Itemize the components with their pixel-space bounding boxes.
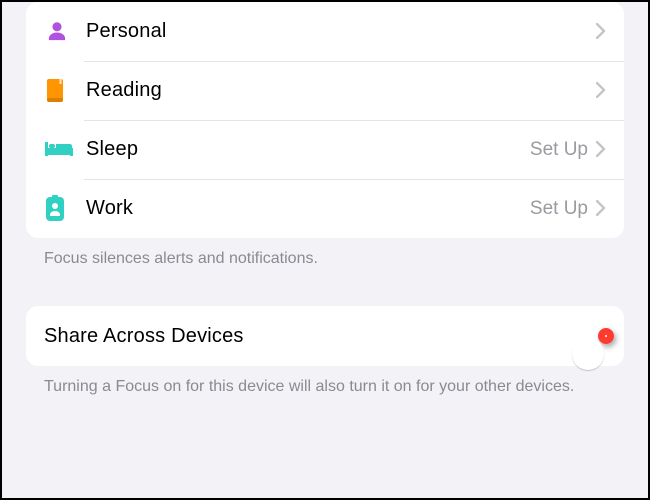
callout-highlight — [600, 330, 612, 342]
focus-modes-group: Personal Reading Sleep Set Up — [26, 2, 624, 238]
share-group-footer: Turning a Focus on for this device will … — [26, 366, 624, 398]
share-label: Share Across Devices — [44, 325, 600, 348]
book-icon — [44, 78, 86, 104]
focus-row-label: Personal — [86, 20, 596, 43]
share-group: Share Across Devices — [26, 306, 624, 366]
focus-row-personal[interactable]: Personal — [26, 2, 624, 61]
focus-row-sleep[interactable]: Sleep Set Up — [26, 120, 624, 179]
chevron-right-icon — [596, 80, 606, 102]
focus-row-label: Sleep — [86, 138, 530, 161]
chevron-right-icon — [596, 21, 606, 43]
bed-icon — [44, 139, 86, 161]
focus-row-status: Set Up — [530, 198, 588, 220]
person-icon — [44, 19, 86, 45]
chevron-right-icon — [596, 139, 606, 161]
chevron-right-icon — [596, 198, 606, 220]
share-across-devices-row[interactable]: Share Across Devices — [26, 306, 624, 366]
focus-row-work[interactable]: Work Set Up — [26, 179, 624, 238]
focus-row-label: Reading — [86, 79, 596, 102]
badge-icon — [44, 195, 86, 223]
focus-group-footer: Focus silences alerts and notifications. — [26, 238, 624, 270]
focus-row-reading[interactable]: Reading — [26, 61, 624, 120]
focus-row-status: Set Up — [530, 139, 588, 161]
focus-row-label: Work — [86, 197, 530, 220]
